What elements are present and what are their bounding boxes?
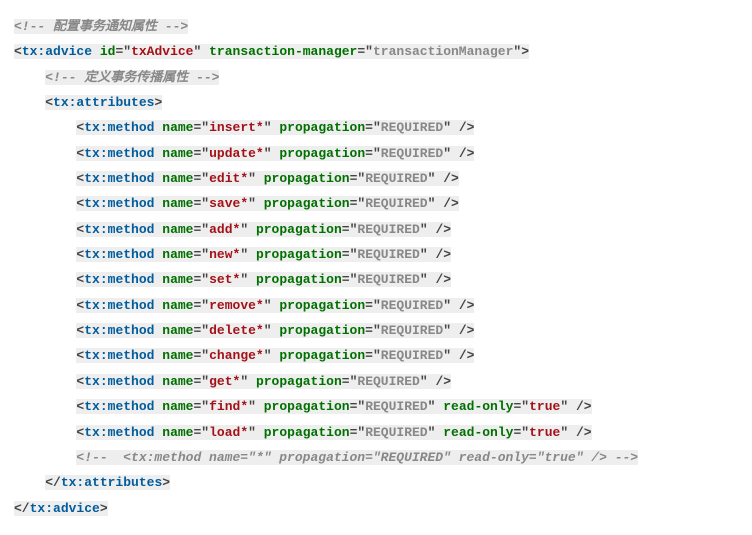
code-token: <!-- 配置事务通知属性 --> bbox=[14, 19, 188, 34]
code-token: <!-- 定义事务传播属性 --> bbox=[45, 70, 219, 85]
code-token: </tx:attributes> bbox=[45, 475, 170, 490]
code-token: <tx:method name="get*" propagation="REQU… bbox=[76, 374, 451, 389]
code-token: <tx:method name="change*" propagation="R… bbox=[76, 348, 474, 363]
code-token: <tx:advice id="txAdvice" transaction-man… bbox=[14, 44, 529, 59]
code-token: <tx:method name="update*" propagation="R… bbox=[76, 146, 474, 161]
code-token: </tx:advice> bbox=[14, 501, 108, 516]
code-token: <tx:attributes> bbox=[45, 95, 162, 110]
code-token: <tx:method name="remove*" propagation="R… bbox=[76, 298, 474, 313]
code-token: <tx:method name="save*" propagation="REQ… bbox=[76, 196, 458, 211]
code-token: <tx:method name="insert*" propagation="R… bbox=[76, 120, 474, 135]
code-block: <!-- 配置事务通知属性 --> <tx:advice id="txAdvic… bbox=[14, 14, 738, 521]
code-token: <tx:method name="load*" propagation="REQ… bbox=[76, 425, 591, 440]
code-token: <tx:method name="find*" propagation="REQ… bbox=[76, 399, 591, 414]
code-token: <tx:method name="delete*" propagation="R… bbox=[76, 323, 474, 338]
code-token: <tx:method name="add*" propagation="REQU… bbox=[76, 222, 451, 237]
code-token: <tx:method name="new*" propagation="REQU… bbox=[76, 247, 451, 262]
code-token: <!-- <tx:method name="*" propagation="RE… bbox=[76, 450, 638, 465]
code-token: <tx:method name="set*" propagation="REQU… bbox=[76, 272, 451, 287]
code-token: <tx:method name="edit*" propagation="REQ… bbox=[76, 171, 458, 186]
